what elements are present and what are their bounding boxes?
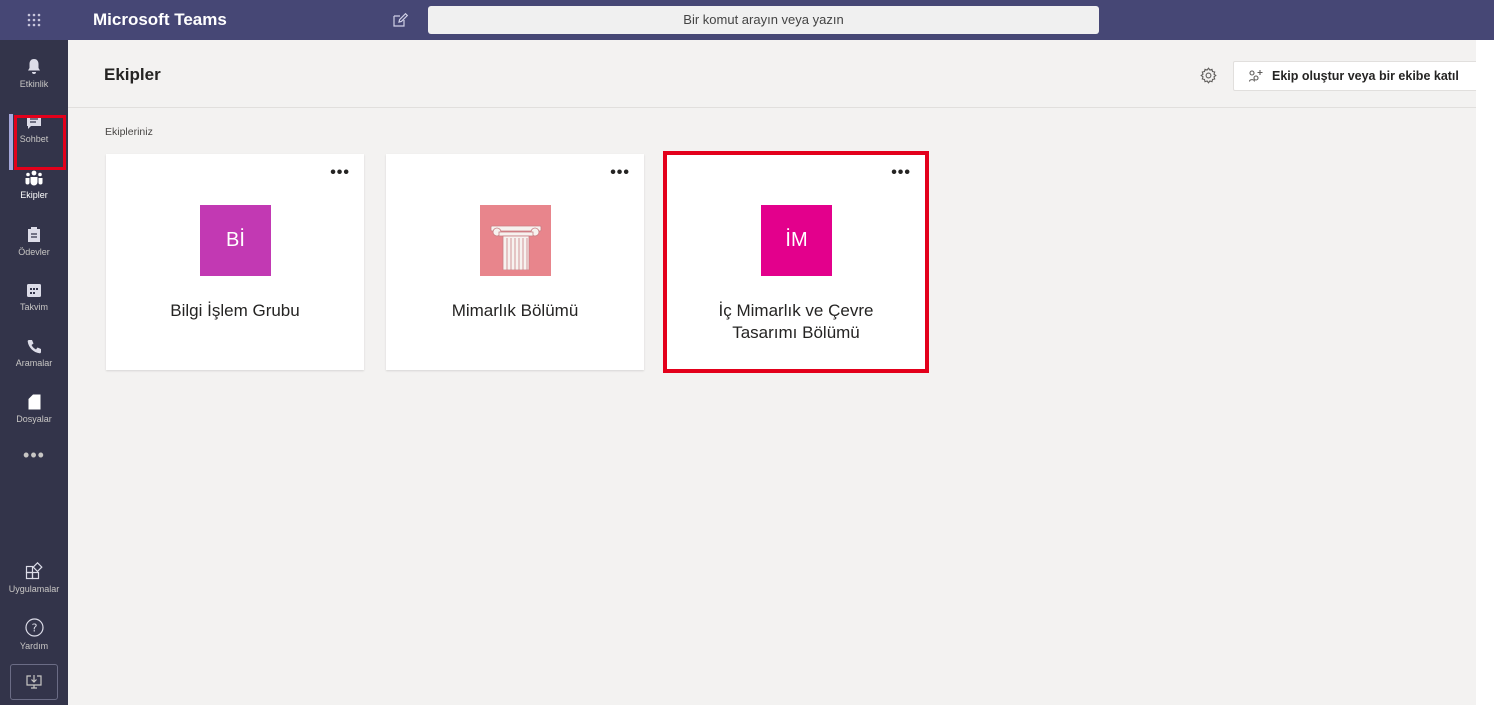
rail-label: Takvim xyxy=(19,301,48,312)
more-options-icon[interactable]: ••• xyxy=(330,164,350,182)
svg-text:?: ? xyxy=(31,621,37,634)
team-avatar: Bİ xyxy=(200,205,271,276)
column-icon xyxy=(490,225,541,270)
rail-label: Yardım xyxy=(19,640,49,651)
team-card-highlight-box xyxy=(663,151,929,373)
app-launcher-icon[interactable] xyxy=(0,0,68,40)
rail-item-calls[interactable]: Aramalar xyxy=(0,325,68,381)
rail-label: Etkinlik xyxy=(19,78,49,89)
team-name: Bilgi İşlem Grubu xyxy=(170,301,300,320)
file-icon xyxy=(28,394,40,410)
rail-label: Uygulamalar xyxy=(8,584,60,594)
rail-item-apps[interactable]: Uygulamalar xyxy=(0,550,68,606)
calendar-icon xyxy=(27,283,41,297)
help-icon: ? xyxy=(24,617,44,637)
download-icon xyxy=(26,675,42,689)
section-label: Ekipleriniz xyxy=(105,126,153,138)
team-card-mimarlik[interactable]: ••• Mimarlık Bölümü xyxy=(386,154,644,370)
add-team-icon xyxy=(1248,69,1264,83)
rail-item-help[interactable]: ? Yardım xyxy=(0,606,68,662)
settings-gear-icon[interactable] xyxy=(1198,65,1218,85)
rail-item-activity[interactable]: Etkinlik xyxy=(0,45,68,101)
app-title: Microsoft Teams xyxy=(93,10,227,29)
bell-icon xyxy=(28,58,40,74)
rail-label: Aramalar xyxy=(15,357,53,368)
teams-icon xyxy=(25,170,43,186)
page-title: Ekipler xyxy=(104,65,161,84)
rail-label: Dosyalar xyxy=(16,414,52,424)
create-or-join-team-button[interactable]: Ekip oluştur veya bir ekibe katıl xyxy=(1233,61,1480,91)
download-app-button[interactable] xyxy=(10,664,58,700)
apps-icon xyxy=(25,562,43,580)
rail-item-assignments[interactable]: Ödevler xyxy=(0,213,68,269)
team-avatar xyxy=(480,205,551,276)
rail-label: Ekipler xyxy=(20,190,48,200)
team-card-bilgi-islem[interactable]: ••• Bİ Bilgi İşlem Grubu xyxy=(106,154,364,370)
top-bar: Microsoft Teams Bir komut arayın veya ya… xyxy=(0,0,1494,40)
rail-label: Ödevler xyxy=(18,246,50,257)
teams-rail-highlight-box xyxy=(14,115,66,170)
phone-icon xyxy=(27,339,41,353)
search-input[interactable]: Bir komut arayın veya yazın xyxy=(428,6,1099,34)
rail-item-files[interactable]: Dosyalar xyxy=(0,381,68,437)
content-header: Ekipler Ekip oluştur veya bir ekibe katı… xyxy=(68,40,1494,108)
assignments-icon xyxy=(28,226,40,242)
team-name: Mimarlık Bölümü xyxy=(451,301,579,320)
rail-item-calendar[interactable]: Takvim xyxy=(0,269,68,325)
more-apps-button[interactable]: ••• xyxy=(0,445,68,475)
more-options-icon[interactable]: ••• xyxy=(610,164,630,182)
compose-icon[interactable] xyxy=(390,10,410,30)
right-edge-panel xyxy=(1476,40,1494,705)
create-button-label: Ekip oluştur veya bir ekibe katıl xyxy=(1272,69,1459,83)
